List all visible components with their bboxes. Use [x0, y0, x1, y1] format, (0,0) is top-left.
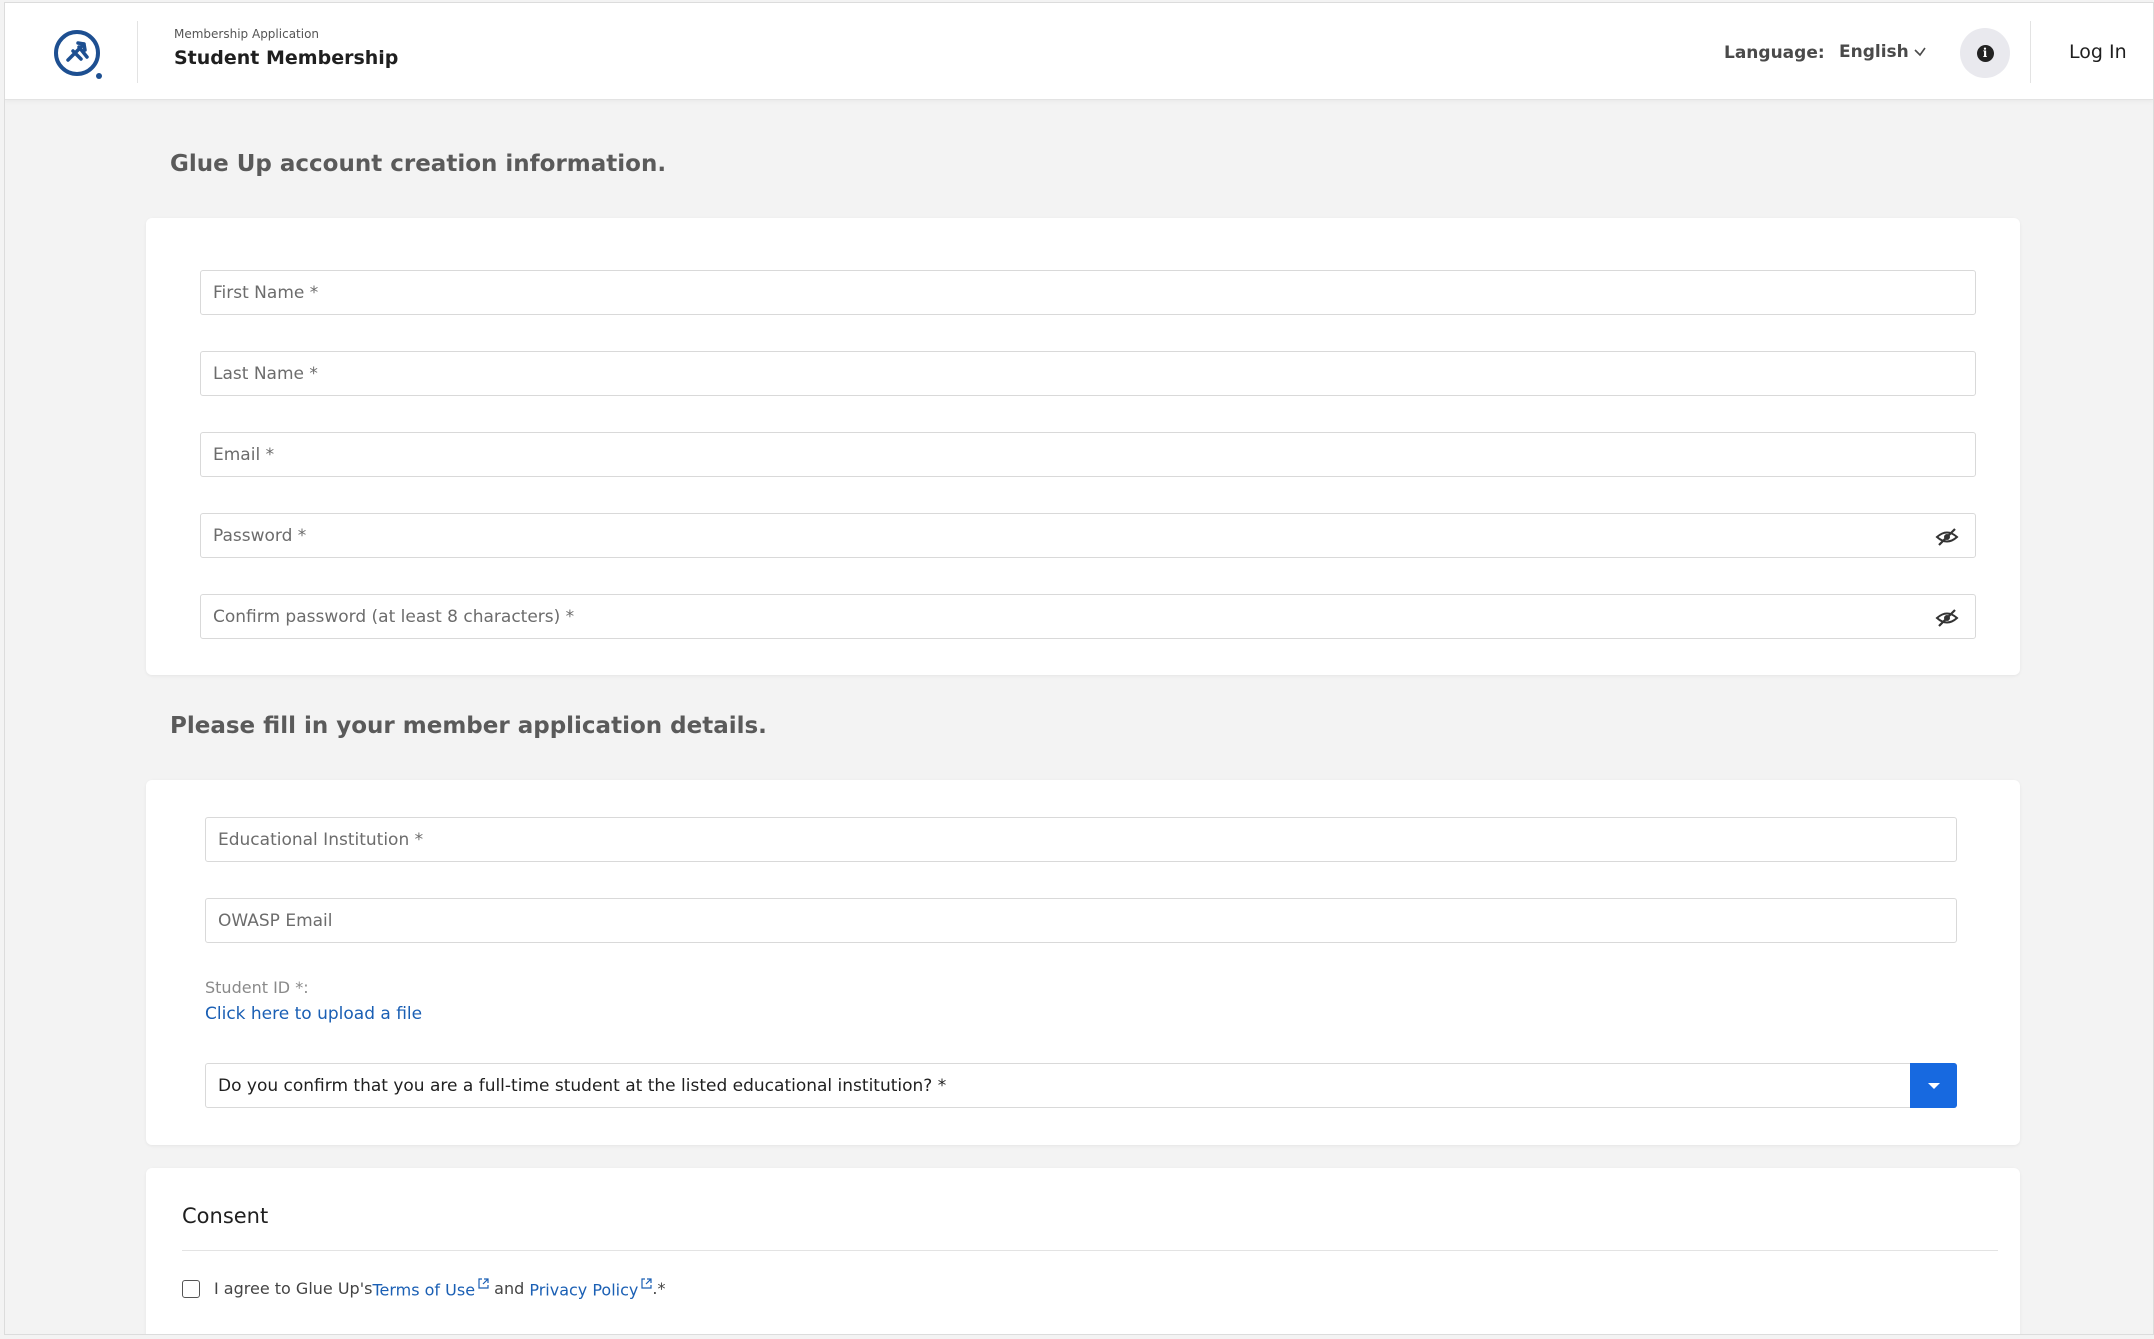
- login-button[interactable]: Log In: [2069, 41, 2127, 63]
- privacy-policy-label: Privacy Policy: [529, 1280, 639, 1300]
- top-header: Membership Application Student Membershi…: [5, 3, 2153, 100]
- confirm-password-field[interactable]: [200, 594, 1976, 639]
- language-select[interactable]: English: [1839, 42, 1927, 62]
- header-divider: [2030, 21, 2031, 83]
- consent-checkbox[interactable]: [182, 1279, 200, 1298]
- full-time-student-select[interactable]: Do you confirm that you are a full-time …: [205, 1063, 1957, 1108]
- language-value: English: [1839, 42, 1909, 62]
- owasp-logo-icon[interactable]: [51, 27, 107, 83]
- account-section-title: Glue Up account creation information.: [170, 151, 667, 177]
- privacy-policy-link[interactable]: Privacy Policy: [529, 1278, 652, 1299]
- consent-card: Consent I agree to Glue Up's Terms of Us…: [146, 1168, 2020, 1334]
- external-link-icon: [641, 1278, 652, 1289]
- consent-title: Consent: [182, 1204, 269, 1228]
- owasp-email-field[interactable]: [205, 898, 1957, 943]
- application-card: Student ID *: Click here to upload a fil…: [146, 780, 2020, 1145]
- eye-slash-icon[interactable]: [1935, 607, 1959, 629]
- consent-text-after: .*: [652, 1279, 666, 1299]
- select-value: Do you confirm that you are a full-time …: [218, 1075, 947, 1096]
- account-card: [146, 218, 2020, 675]
- eye-slash-icon[interactable]: [1935, 526, 1959, 548]
- consent-row: I agree to Glue Up's Terms of Use and Pr…: [182, 1278, 665, 1299]
- first-name-input[interactable]: [213, 271, 1975, 314]
- password-field[interactable]: [200, 513, 1976, 558]
- external-link-icon: [478, 1278, 489, 1289]
- upload-file-link[interactable]: Click here to upload a file: [205, 1004, 422, 1024]
- consent-text-and: and: [489, 1279, 530, 1299]
- last-name-input[interactable]: [213, 352, 1975, 395]
- info-icon: i: [1976, 44, 1994, 62]
- language-label: Language:: [1724, 43, 1825, 63]
- first-name-field[interactable]: [200, 270, 1976, 315]
- institution-input[interactable]: [218, 818, 1956, 861]
- confirm-password-input[interactable]: [213, 595, 1975, 638]
- consent-divider: [182, 1250, 1998, 1251]
- email-field[interactable]: [200, 432, 1976, 477]
- chevron-down-icon: [1914, 47, 1926, 57]
- header-divider: [137, 21, 138, 83]
- last-name-field[interactable]: [200, 351, 1976, 396]
- student-id-label: Student ID *:: [205, 978, 309, 997]
- application-section-title: Please fill in your member application d…: [170, 713, 767, 739]
- consent-text-before: I agree to Glue Up's: [214, 1279, 373, 1299]
- caret-down-icon: [1927, 1082, 1940, 1089]
- page-title: Student Membership: [174, 47, 399, 69]
- email-input[interactable]: [213, 433, 1975, 476]
- page-frame: Membership Application Student Membershi…: [4, 2, 2154, 1335]
- owasp-email-input[interactable]: [218, 899, 1956, 942]
- info-button[interactable]: i: [1960, 28, 2010, 78]
- dropdown-toggle[interactable]: [1910, 1063, 1957, 1108]
- password-input[interactable]: [213, 514, 1975, 557]
- terms-of-use-label: Terms of Use: [372, 1280, 476, 1300]
- institution-field[interactable]: [205, 817, 1957, 862]
- app-subtitle: Membership Application: [174, 27, 320, 41]
- terms-of-use-link[interactable]: Terms of Use: [372, 1278, 489, 1299]
